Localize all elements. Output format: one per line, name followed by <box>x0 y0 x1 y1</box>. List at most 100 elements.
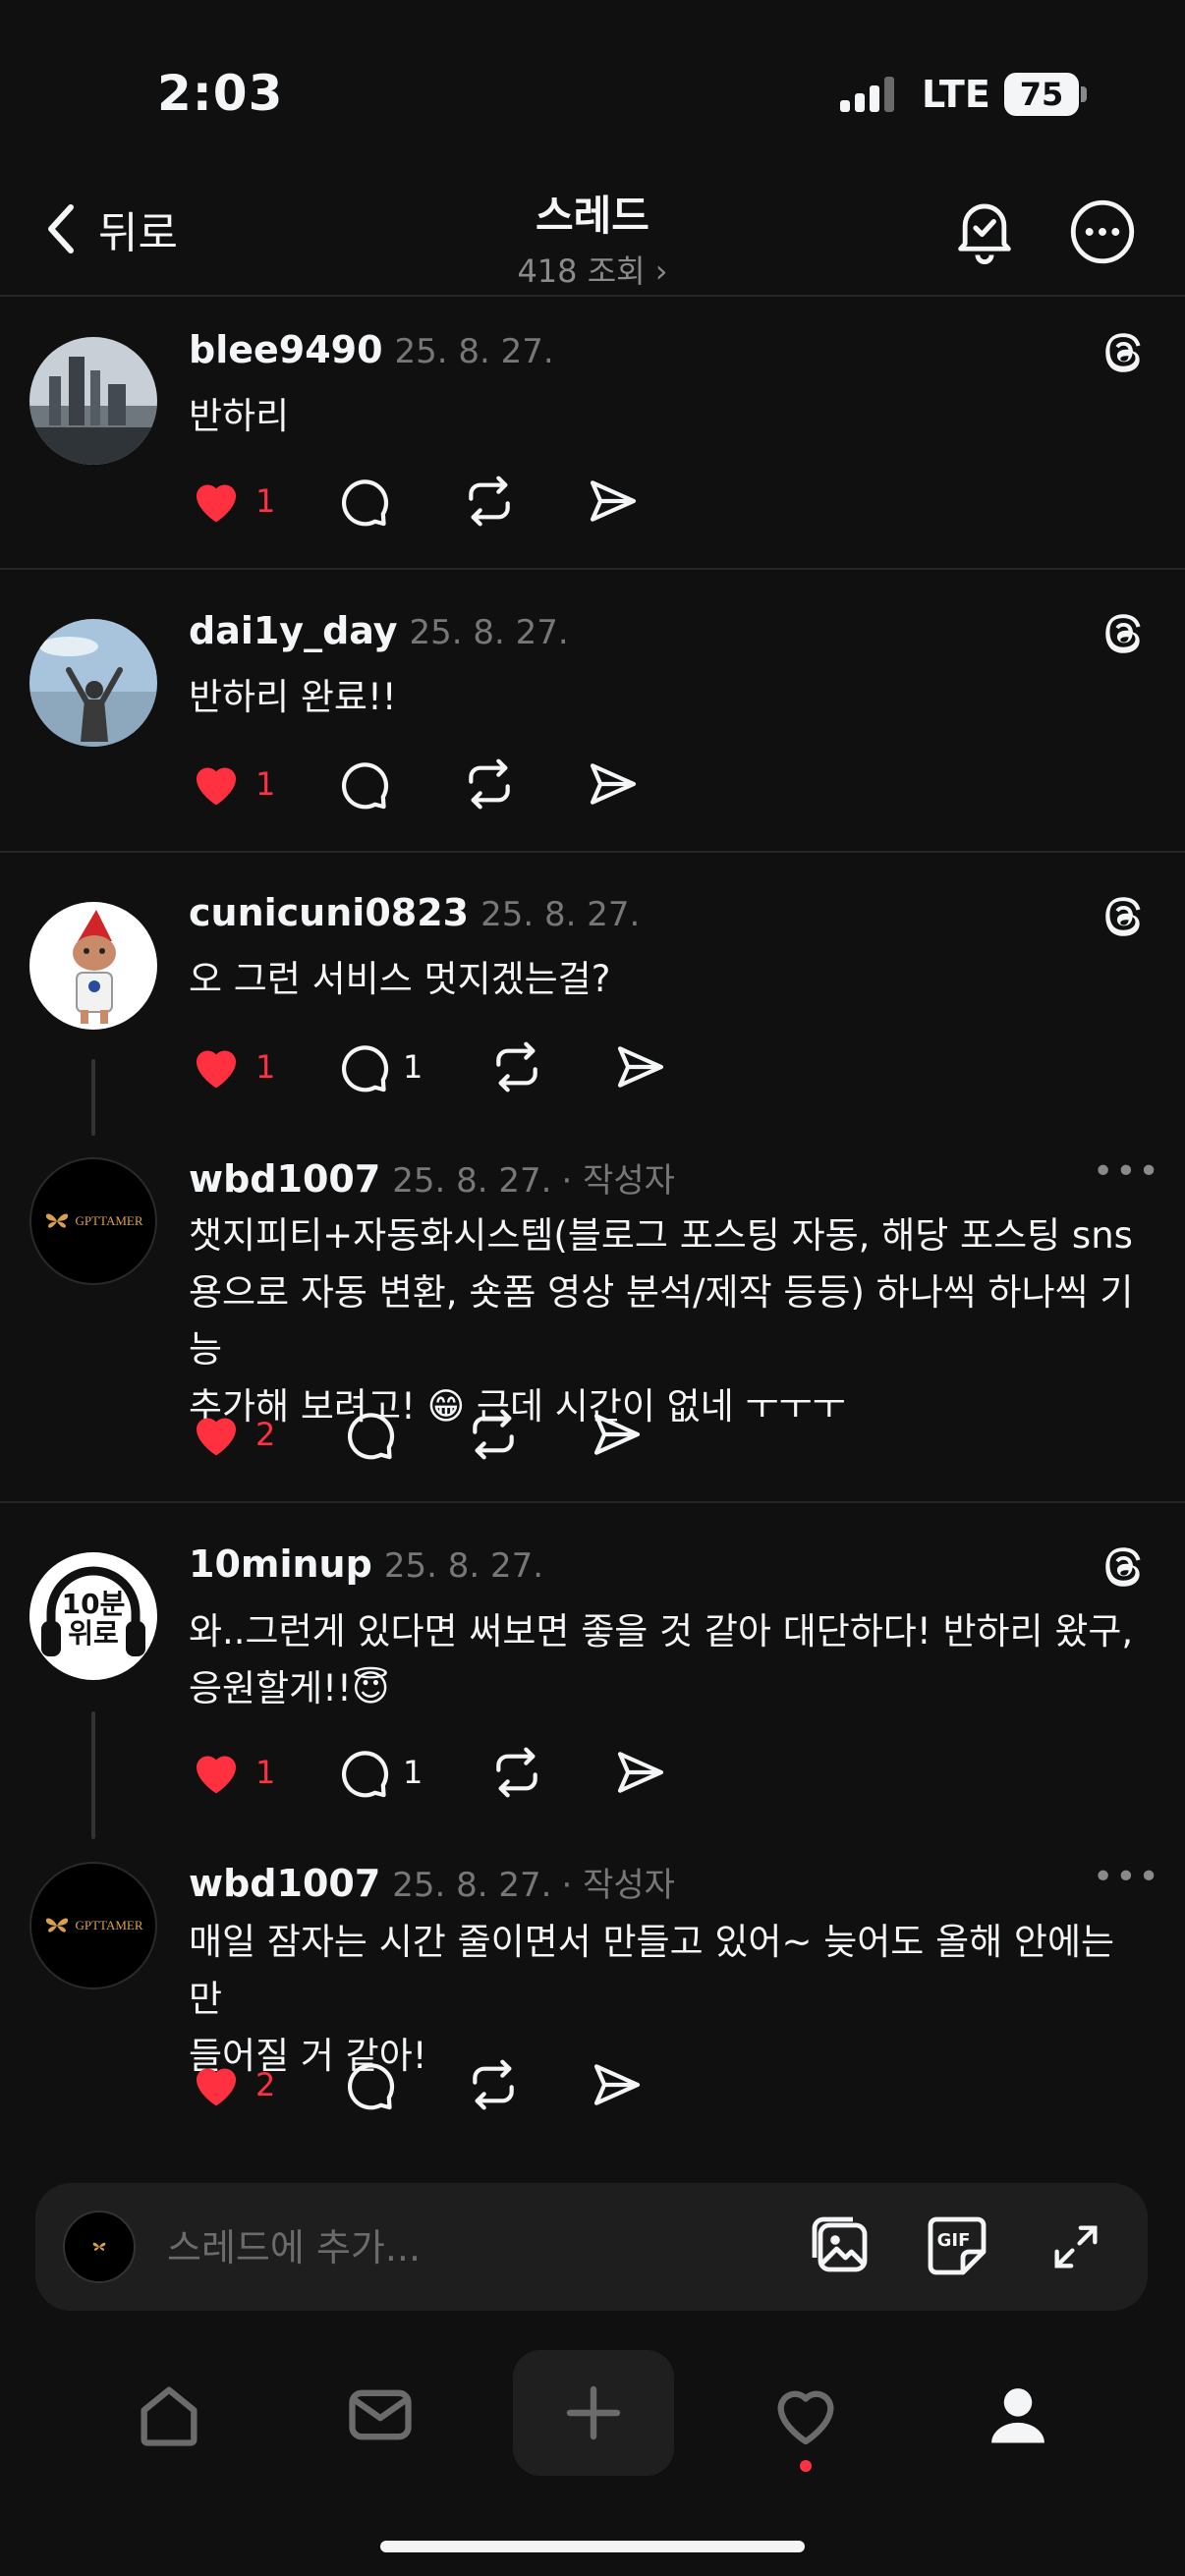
repost-button[interactable] <box>489 1039 613 1094</box>
more-options-icon[interactable] <box>1069 198 1136 265</box>
battery-icon: 75 <box>1004 73 1079 116</box>
post-actions: 2 <box>189 1407 645 1462</box>
nav-create[interactable] <box>513 2350 674 2476</box>
like-count: 2 <box>255 2066 276 2103</box>
heart-icon <box>189 1407 244 1462</box>
repost-button[interactable] <box>462 756 586 812</box>
threads-logo-icon[interactable] <box>1099 328 1148 377</box>
threads-logo-icon[interactable] <box>1099 892 1148 941</box>
post-divider <box>0 1501 1185 1503</box>
share-button[interactable] <box>590 2057 645 2112</box>
reply-button[interactable] <box>336 756 462 812</box>
post-date: 25. 8. 27. <box>392 1866 552 1905</box>
back-label: 뒤로 <box>98 208 178 258</box>
like-button[interactable]: 1 <box>189 1745 336 1800</box>
post-divider <box>0 568 1185 570</box>
comment-icon <box>336 474 391 529</box>
username[interactable]: blee9490 <box>189 328 383 371</box>
avatar[interactable] <box>29 619 157 747</box>
share-button[interactable] <box>613 1039 668 1094</box>
profile-icon <box>991 2388 1044 2443</box>
heart-icon <box>189 1039 244 1094</box>
share-button[interactable] <box>613 1745 668 1800</box>
reply-count: 1 <box>403 1754 423 1791</box>
threads-logo-icon[interactable] <box>1099 609 1148 658</box>
heart-icon <box>189 756 244 812</box>
avatar[interactable] <box>29 902 157 1030</box>
avatar[interactable] <box>29 337 157 465</box>
bell-check-icon[interactable] <box>951 195 1018 265</box>
post-text: 와..그런게 있다면 써보면 좋을 것 같아 대단하다! 반하리 왔구, 응원할… <box>189 1603 1142 1717</box>
avatar[interactable]: GPTTAMER <box>29 1157 157 1285</box>
reply-button[interactable] <box>342 1407 466 1462</box>
nav-messages[interactable] <box>302 2356 459 2474</box>
gallery-icon[interactable] <box>806 2211 876 2281</box>
avatar-city-image <box>29 337 157 465</box>
threads-logo-icon[interactable] <box>1099 1542 1148 1592</box>
home-indicator <box>380 2541 805 2552</box>
reply-button[interactable] <box>336 474 462 529</box>
like-button[interactable]: 1 <box>189 1039 336 1094</box>
post-date: 25. 8. 27. <box>394 332 554 371</box>
inbox-icon <box>349 2389 412 2440</box>
username[interactable]: cunicuni0823 <box>189 891 469 934</box>
share-button[interactable] <box>590 1407 645 1462</box>
post-actions: 1 <box>189 474 641 529</box>
repost-button[interactable] <box>466 2057 590 2112</box>
gif-icon[interactable]: GIF <box>922 2211 992 2281</box>
post-text-line: 반하리 완료!! <box>189 676 397 718</box>
status-time: 2:03 <box>157 65 284 122</box>
heart-icon <box>189 2057 244 2112</box>
post-text-line: 와..그런게 있다면 써보면 좋을 것 같아 대단하다! 반하리 왔구, <box>189 1610 1134 1652</box>
like-count: 1 <box>255 482 276 520</box>
thread-line <box>91 1059 95 1136</box>
post-date: 25. 8. 27. <box>383 1546 544 1586</box>
repost-icon <box>466 2057 521 2112</box>
butterfly-icon <box>91 2239 107 2255</box>
post-more-button[interactable]: ••• <box>1093 1857 1161 1897</box>
logo-text: GPTTAMER <box>75 1918 143 1932</box>
post-text: 오 그런 서비스 멋지겠는걸? <box>189 951 1142 1008</box>
avatar-label: 10분 위로 <box>29 1590 157 1649</box>
nav-profile[interactable] <box>939 2356 1097 2474</box>
avatar[interactable]: 10분 위로 <box>29 1552 157 1680</box>
like-count: 1 <box>255 1754 276 1791</box>
back-button[interactable]: 뒤로 <box>43 196 178 261</box>
header-divider <box>0 295 1185 297</box>
nav-activity[interactable] <box>727 2356 884 2474</box>
share-button[interactable] <box>586 756 641 812</box>
repost-button[interactable] <box>466 1407 590 1462</box>
post-header: wbd1007 25. 8. 27. · 작성자 <box>189 1858 675 1906</box>
reply-button[interactable]: 1 <box>336 1039 489 1094</box>
reply-button[interactable] <box>342 2057 466 2112</box>
reply-input[interactable] <box>165 2212 778 2283</box>
reply-button[interactable]: 1 <box>336 1745 489 1800</box>
expand-icon[interactable] <box>1047 2218 1104 2275</box>
repost-icon <box>466 1407 521 1462</box>
post-header: dai1y_day 25. 8. 27. <box>189 609 569 652</box>
logo-text: GPTTAMER <box>75 1213 143 1228</box>
username[interactable]: dai1y_day <box>189 609 398 652</box>
repost-button[interactable] <box>462 474 586 529</box>
comment-icon <box>336 1745 391 1800</box>
share-button[interactable] <box>586 474 641 529</box>
avatar[interactable]: GPTTAMER <box>29 1862 157 1989</box>
repost-button[interactable] <box>489 1745 613 1800</box>
comment-icon <box>342 2057 397 2112</box>
username[interactable]: wbd1007 <box>189 1157 380 1201</box>
view-count-link[interactable]: 418 조회 › <box>396 247 789 292</box>
like-button[interactable]: 2 <box>189 1407 342 1462</box>
like-button[interactable]: 1 <box>189 474 336 529</box>
post-text-line: 오 그런 서비스 멋지겠는걸? <box>189 958 611 1000</box>
author-tag: · 작성자 <box>561 1866 675 1905</box>
avatar-character-image <box>29 902 157 1030</box>
post-more-button[interactable]: ••• <box>1093 1151 1161 1192</box>
like-button[interactable]: 1 <box>189 756 336 812</box>
nav-home[interactable] <box>90 2356 248 2474</box>
username[interactable]: 10minup <box>189 1542 372 1586</box>
header-title-block: 스레드 418 조회 › <box>396 183 789 292</box>
like-button[interactable]: 2 <box>189 2057 342 2112</box>
avatar-label-line: 위로 <box>68 1617 119 1650</box>
repost-icon <box>489 1039 544 1094</box>
username[interactable]: wbd1007 <box>189 1862 380 1905</box>
